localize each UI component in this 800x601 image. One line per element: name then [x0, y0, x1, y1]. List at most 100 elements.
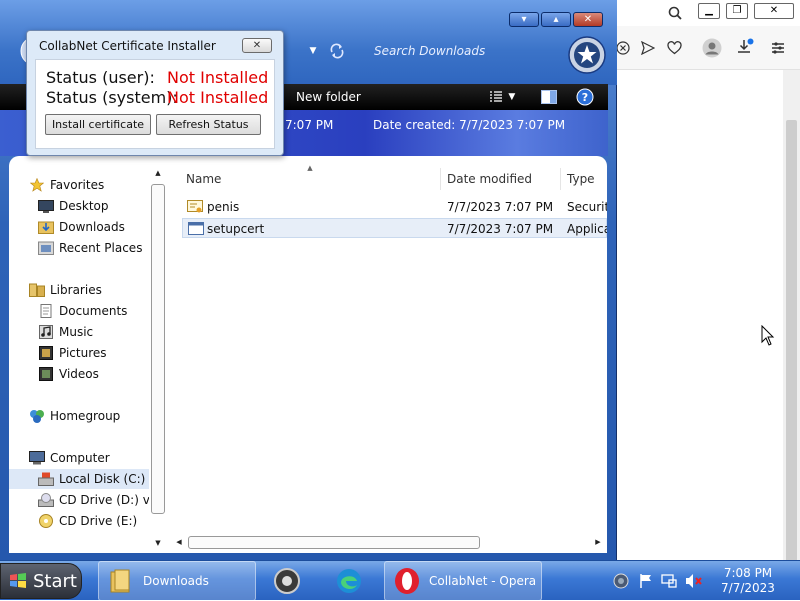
send-icon[interactable]: [640, 40, 656, 56]
nav-desktop-label: Desktop: [59, 199, 109, 213]
downloads-folder-icon: [38, 220, 54, 234]
file-date: 7/7/2023 7:07 PM: [447, 200, 554, 214]
help-icon[interactable]: ?: [576, 88, 594, 106]
nav-desktop[interactable]: Desktop: [38, 196, 109, 216]
taskbar-item-opera[interactable]: CollabNet - Opera: [384, 561, 542, 601]
navigation-scrollbar[interactable]: ▲ ▼: [151, 168, 165, 550]
browser-maximize-button[interactable]: ❐: [726, 3, 748, 19]
taskbar-item-label: CollabNet - Opera: [429, 574, 537, 588]
windows-media-icon[interactable]: [568, 36, 606, 74]
nav-computer[interactable]: Computer: [29, 448, 110, 468]
nav-homegroup-label: Homegroup: [50, 409, 121, 423]
dialog-body: Status (user): Not Installed Status (sys…: [35, 59, 275, 149]
navigation-scrollbar-thumb[interactable]: [151, 184, 165, 514]
nav-downloads-label: Downloads: [59, 220, 125, 234]
file-list-horizontal-scrollbar[interactable]: ◀ ▶: [172, 534, 607, 550]
status-user-value: Not Installed: [167, 68, 269, 87]
opera-icon: [391, 566, 423, 596]
desktop-icon: [38, 199, 54, 213]
edge-icon[interactable]: [330, 561, 368, 601]
install-certificate-button[interactable]: Install certificate: [45, 114, 151, 135]
mouse-cursor-icon: [760, 325, 776, 347]
menu-icon[interactable]: [770, 40, 786, 56]
clock-time: 7:08 PM: [723, 566, 773, 580]
heart-icon[interactable]: [666, 40, 682, 56]
file-row[interactable]: penis 7/7/2023 7:07 PM Security: [182, 197, 607, 217]
browser-scrollbar-thumb[interactable]: [786, 120, 797, 600]
application-file-icon: [188, 221, 204, 237]
libraries-icon: [29, 283, 45, 297]
explorer-minimize-button[interactable]: ▾: [509, 12, 539, 27]
refresh-status-button[interactable]: Refresh Status: [156, 114, 261, 135]
browser-toolbar: [600, 26, 800, 70]
nav-pictures[interactable]: Pictures: [38, 343, 107, 363]
nav-recent-places-label: Recent Places: [59, 241, 143, 255]
certificate-file-icon: [187, 199, 203, 215]
scroll-down-icon[interactable]: ▼: [153, 538, 163, 548]
scroll-left-icon[interactable]: ◀: [174, 537, 184, 547]
file-type: Security: [567, 200, 607, 214]
start-button[interactable]: Start: [0, 563, 82, 599]
svg-text:?: ?: [582, 91, 588, 104]
network-icon[interactable]: [612, 572, 630, 590]
explorer-maximize-button[interactable]: ▴: [541, 12, 571, 27]
column-header-name[interactable]: Name: [186, 172, 221, 186]
column-header-date-modified[interactable]: Date modified: [447, 172, 532, 186]
nav-favorites[interactable]: Favorites: [29, 175, 104, 195]
nav-homegroup[interactable]: Homegroup: [29, 406, 120, 426]
volume-muted-icon[interactable]: [685, 572, 703, 590]
homegroup-icon: [29, 409, 45, 423]
refresh-icon[interactable]: [328, 42, 346, 60]
taskbar-item-label: Downloads: [143, 574, 209, 588]
flag-icon[interactable]: [637, 572, 655, 590]
monitor-icon[interactable]: [660, 572, 678, 590]
clock-date: 7/7/2023: [721, 581, 775, 595]
start-label: Start: [33, 570, 77, 592]
profile-icon[interactable]: [702, 38, 722, 58]
browser-close-button[interactable]: ✕: [754, 3, 794, 19]
scroll-right-icon[interactable]: ▶: [593, 537, 603, 547]
browser-scrollbar[interactable]: [783, 70, 800, 600]
new-folder-button[interactable]: New folder: [296, 90, 361, 104]
column-separator: [440, 168, 441, 190]
column-header-type[interactable]: Type: [567, 172, 595, 186]
nav-videos[interactable]: Videos: [38, 364, 99, 384]
close-tab-icon[interactable]: [615, 40, 631, 56]
search-input[interactable]: Search Downloads: [362, 38, 562, 64]
dropdown-icon[interactable]: ▼: [306, 44, 320, 58]
nav-computer-label: Computer: [50, 451, 110, 465]
download-icon[interactable]: [736, 38, 754, 56]
cd-drive-icon: [38, 493, 54, 507]
nav-downloads[interactable]: Downloads: [38, 217, 125, 237]
nav-cd-drive-e[interactable]: CD Drive (E:): [38, 511, 137, 531]
nav-recent-places[interactable]: Recent Places: [38, 238, 142, 258]
media-player-icon[interactable]: [268, 561, 306, 601]
nav-music[interactable]: Music: [38, 322, 93, 342]
details-date-created: Date created: 7/7/2023 7:07 PM: [373, 118, 565, 132]
views-icon[interactable]: ▼: [484, 89, 520, 105]
explorer-close-button[interactable]: ✕: [573, 12, 603, 27]
browser-minimize-button[interactable]: ▁: [698, 3, 720, 19]
scroll-up-icon[interactable]: ▲: [153, 168, 163, 178]
folder-icon: [105, 566, 137, 596]
nav-libraries[interactable]: Libraries: [29, 280, 102, 300]
horizontal-scrollbar-thumb[interactable]: [188, 536, 480, 549]
nav-cd-drive-d[interactable]: CD Drive (D:) virt: [38, 490, 149, 510]
file-row[interactable]: setupcert 7/7/2023 7:07 PM Applica: [182, 218, 607, 238]
browser-titlebar: ▁ ❐ ✕: [600, 0, 800, 26]
nav-local-disk[interactable]: Local Disk (C:): [9, 469, 149, 489]
cd-disc-icon: [38, 514, 54, 528]
status-user-label: Status (user):: [46, 68, 155, 87]
column-separator: [560, 168, 561, 190]
clock[interactable]: 7:08 PM 7/7/2023: [716, 566, 780, 596]
nav-cd-drive-d-label: CD Drive (D:) virt: [59, 493, 149, 507]
preview-pane-icon[interactable]: [540, 89, 558, 105]
file-name: penis: [207, 200, 240, 214]
nav-cd-drive-e-label: CD Drive (E:): [59, 514, 138, 528]
music-icon: [38, 325, 54, 339]
search-icon[interactable]: [666, 4, 684, 22]
nav-documents[interactable]: Documents: [38, 301, 127, 321]
taskbar-item-downloads[interactable]: Downloads: [98, 561, 256, 601]
dialog-close-button[interactable]: ✕: [242, 38, 272, 53]
local-disk-icon: [38, 472, 54, 486]
